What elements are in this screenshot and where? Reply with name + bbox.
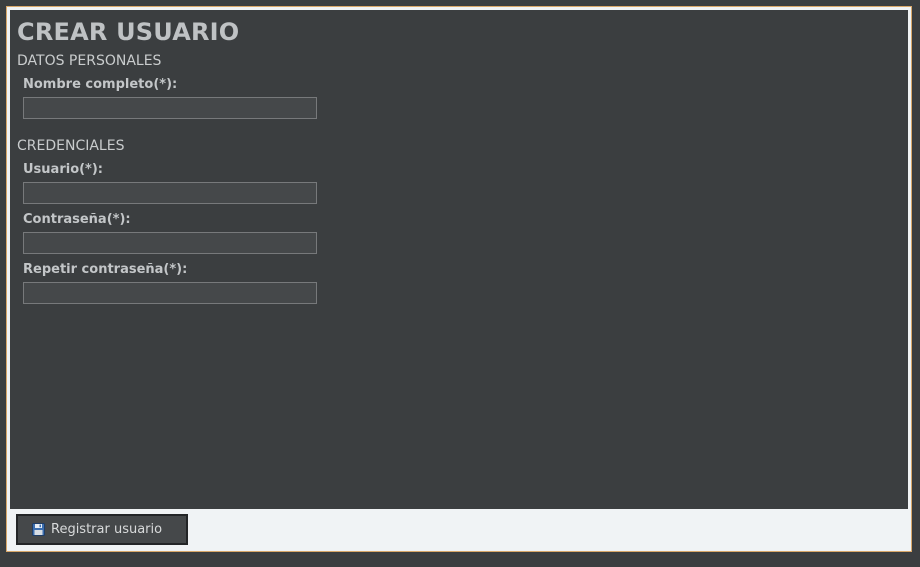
full-name-input[interactable] bbox=[23, 97, 317, 119]
section-heading-personal-data: DATOS PERSONALES bbox=[17, 53, 162, 69]
form-body: CREAR USUARIO DATOS PERSONALES Nombre co… bbox=[10, 10, 908, 509]
page-title: CREAR USUARIO bbox=[17, 18, 240, 46]
register-user-button-label: Registrar usuario bbox=[51, 522, 163, 537]
save-icon bbox=[32, 523, 45, 536]
repeat-password-label: Repetir contraseña(*): bbox=[23, 262, 188, 277]
repeat-password-input[interactable] bbox=[23, 282, 317, 304]
register-user-button[interactable]: Registrar usuario bbox=[16, 514, 188, 545]
form-frame: CREAR USUARIO DATOS PERSONALES Nombre co… bbox=[6, 6, 912, 552]
password-input[interactable] bbox=[23, 232, 317, 254]
password-label: Contraseña(*): bbox=[23, 212, 131, 227]
full-name-label: Nombre completo(*): bbox=[23, 77, 178, 92]
username-input[interactable] bbox=[23, 182, 317, 204]
section-heading-credentials: CREDENCIALES bbox=[17, 138, 125, 154]
username-label: Usuario(*): bbox=[23, 162, 103, 177]
